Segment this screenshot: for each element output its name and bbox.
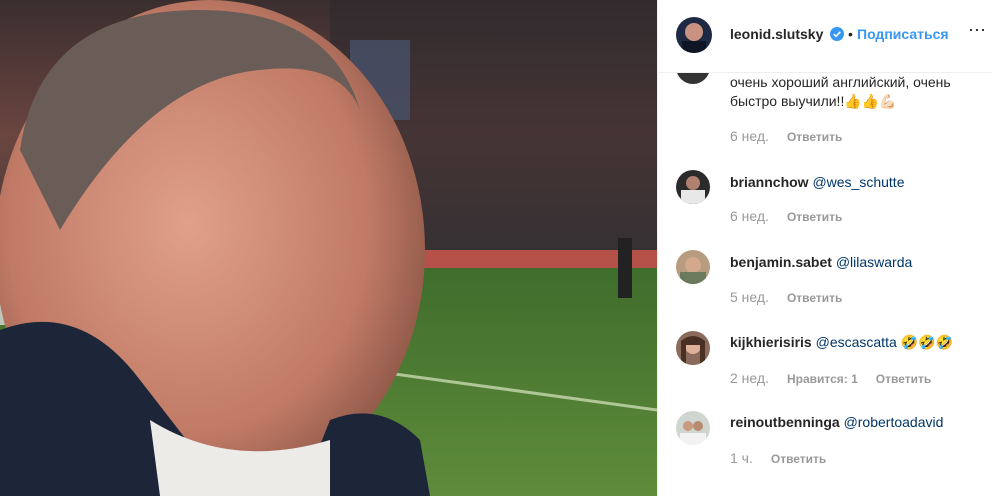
commenter-avatar[interactable] bbox=[676, 170, 710, 204]
verified-badge-icon bbox=[830, 27, 844, 41]
comment-meta: 5 нед. Ответить bbox=[730, 289, 842, 305]
reply-button[interactable]: Ответить bbox=[787, 291, 842, 305]
comment-mention[interactable]: @wes_schutte bbox=[812, 174, 904, 190]
comment-meta: 6 нед. Ответить bbox=[730, 208, 842, 224]
comment-text: briannchow @wes_schutte bbox=[730, 174, 905, 190]
comment-time: 2 нед. bbox=[730, 370, 769, 386]
emoji-reaction: 🤣🤣🤣 bbox=[900, 334, 953, 350]
avatar-image bbox=[681, 176, 705, 204]
video-frame bbox=[0, 0, 657, 496]
comment-time: 6 нед. bbox=[730, 208, 769, 224]
post-media[interactable] bbox=[0, 0, 657, 496]
comment-meta: 6 нед. Ответить bbox=[730, 128, 842, 144]
author-username[interactable]: leonid.slutsky bbox=[730, 26, 823, 42]
commenter-username[interactable]: reinoutbenninga bbox=[730, 414, 840, 430]
follow-button[interactable]: Подписаться bbox=[857, 26, 949, 42]
comment-meta: 1 ч. Ответить bbox=[730, 450, 826, 466]
reply-button[interactable]: Ответить bbox=[787, 130, 842, 144]
comment-mention[interactable]: @robertoadavid bbox=[844, 414, 944, 430]
avatar-image bbox=[681, 336, 705, 365]
commenter-username[interactable]: benjamin.sabet bbox=[730, 254, 832, 270]
comment-text: benjamin.sabet @lilaswarda bbox=[730, 254, 912, 270]
comment-text: kijkhierisiris @escascatta 🤣🤣🤣 bbox=[730, 334, 953, 351]
header-separator: • bbox=[848, 26, 853, 42]
comment-text: reinoutbenninga @robertoadavid bbox=[730, 414, 943, 430]
commenter-avatar[interactable] bbox=[676, 331, 710, 365]
emoji-reaction: 👍👍💪🏻 bbox=[844, 93, 897, 109]
reply-button[interactable]: Ответить bbox=[771, 452, 826, 466]
comment-mention[interactable]: @escascatta bbox=[816, 334, 897, 350]
post-sidebar: leonid.slutsky • Подписаться ⋯ очень хор… bbox=[657, 0, 992, 496]
avatar-image bbox=[680, 421, 706, 445]
comment-mention[interactable]: @lilaswarda bbox=[836, 254, 912, 270]
commenter-avatar[interactable] bbox=[676, 411, 710, 445]
avatar-image bbox=[680, 257, 706, 284]
more-options-icon[interactable]: ⋯ bbox=[968, 20, 987, 41]
comment-time: 6 нед. bbox=[730, 128, 769, 144]
comment-time: 5 нед. bbox=[730, 289, 769, 305]
comment-time: 1 ч. bbox=[730, 450, 753, 466]
comment-meta: 2 нед. Нравится: 1 Ответить bbox=[730, 370, 931, 386]
commenter-username[interactable]: briannchow bbox=[730, 174, 809, 190]
avatar-image bbox=[682, 23, 706, 53]
reply-button[interactable]: Ответить bbox=[787, 210, 842, 224]
reply-button[interactable]: Ответить bbox=[876, 372, 931, 386]
author-avatar[interactable] bbox=[676, 17, 712, 53]
likes-count[interactable]: Нравится: 1 bbox=[787, 372, 858, 386]
post-header: leonid.slutsky • Подписаться ⋯ bbox=[658, 0, 992, 73]
comment-text: очень хороший английский, очень быстро в… bbox=[730, 74, 951, 109]
commenter-username[interactable]: kijkhierisiris bbox=[730, 334, 812, 350]
commenter-avatar[interactable] bbox=[676, 250, 710, 284]
